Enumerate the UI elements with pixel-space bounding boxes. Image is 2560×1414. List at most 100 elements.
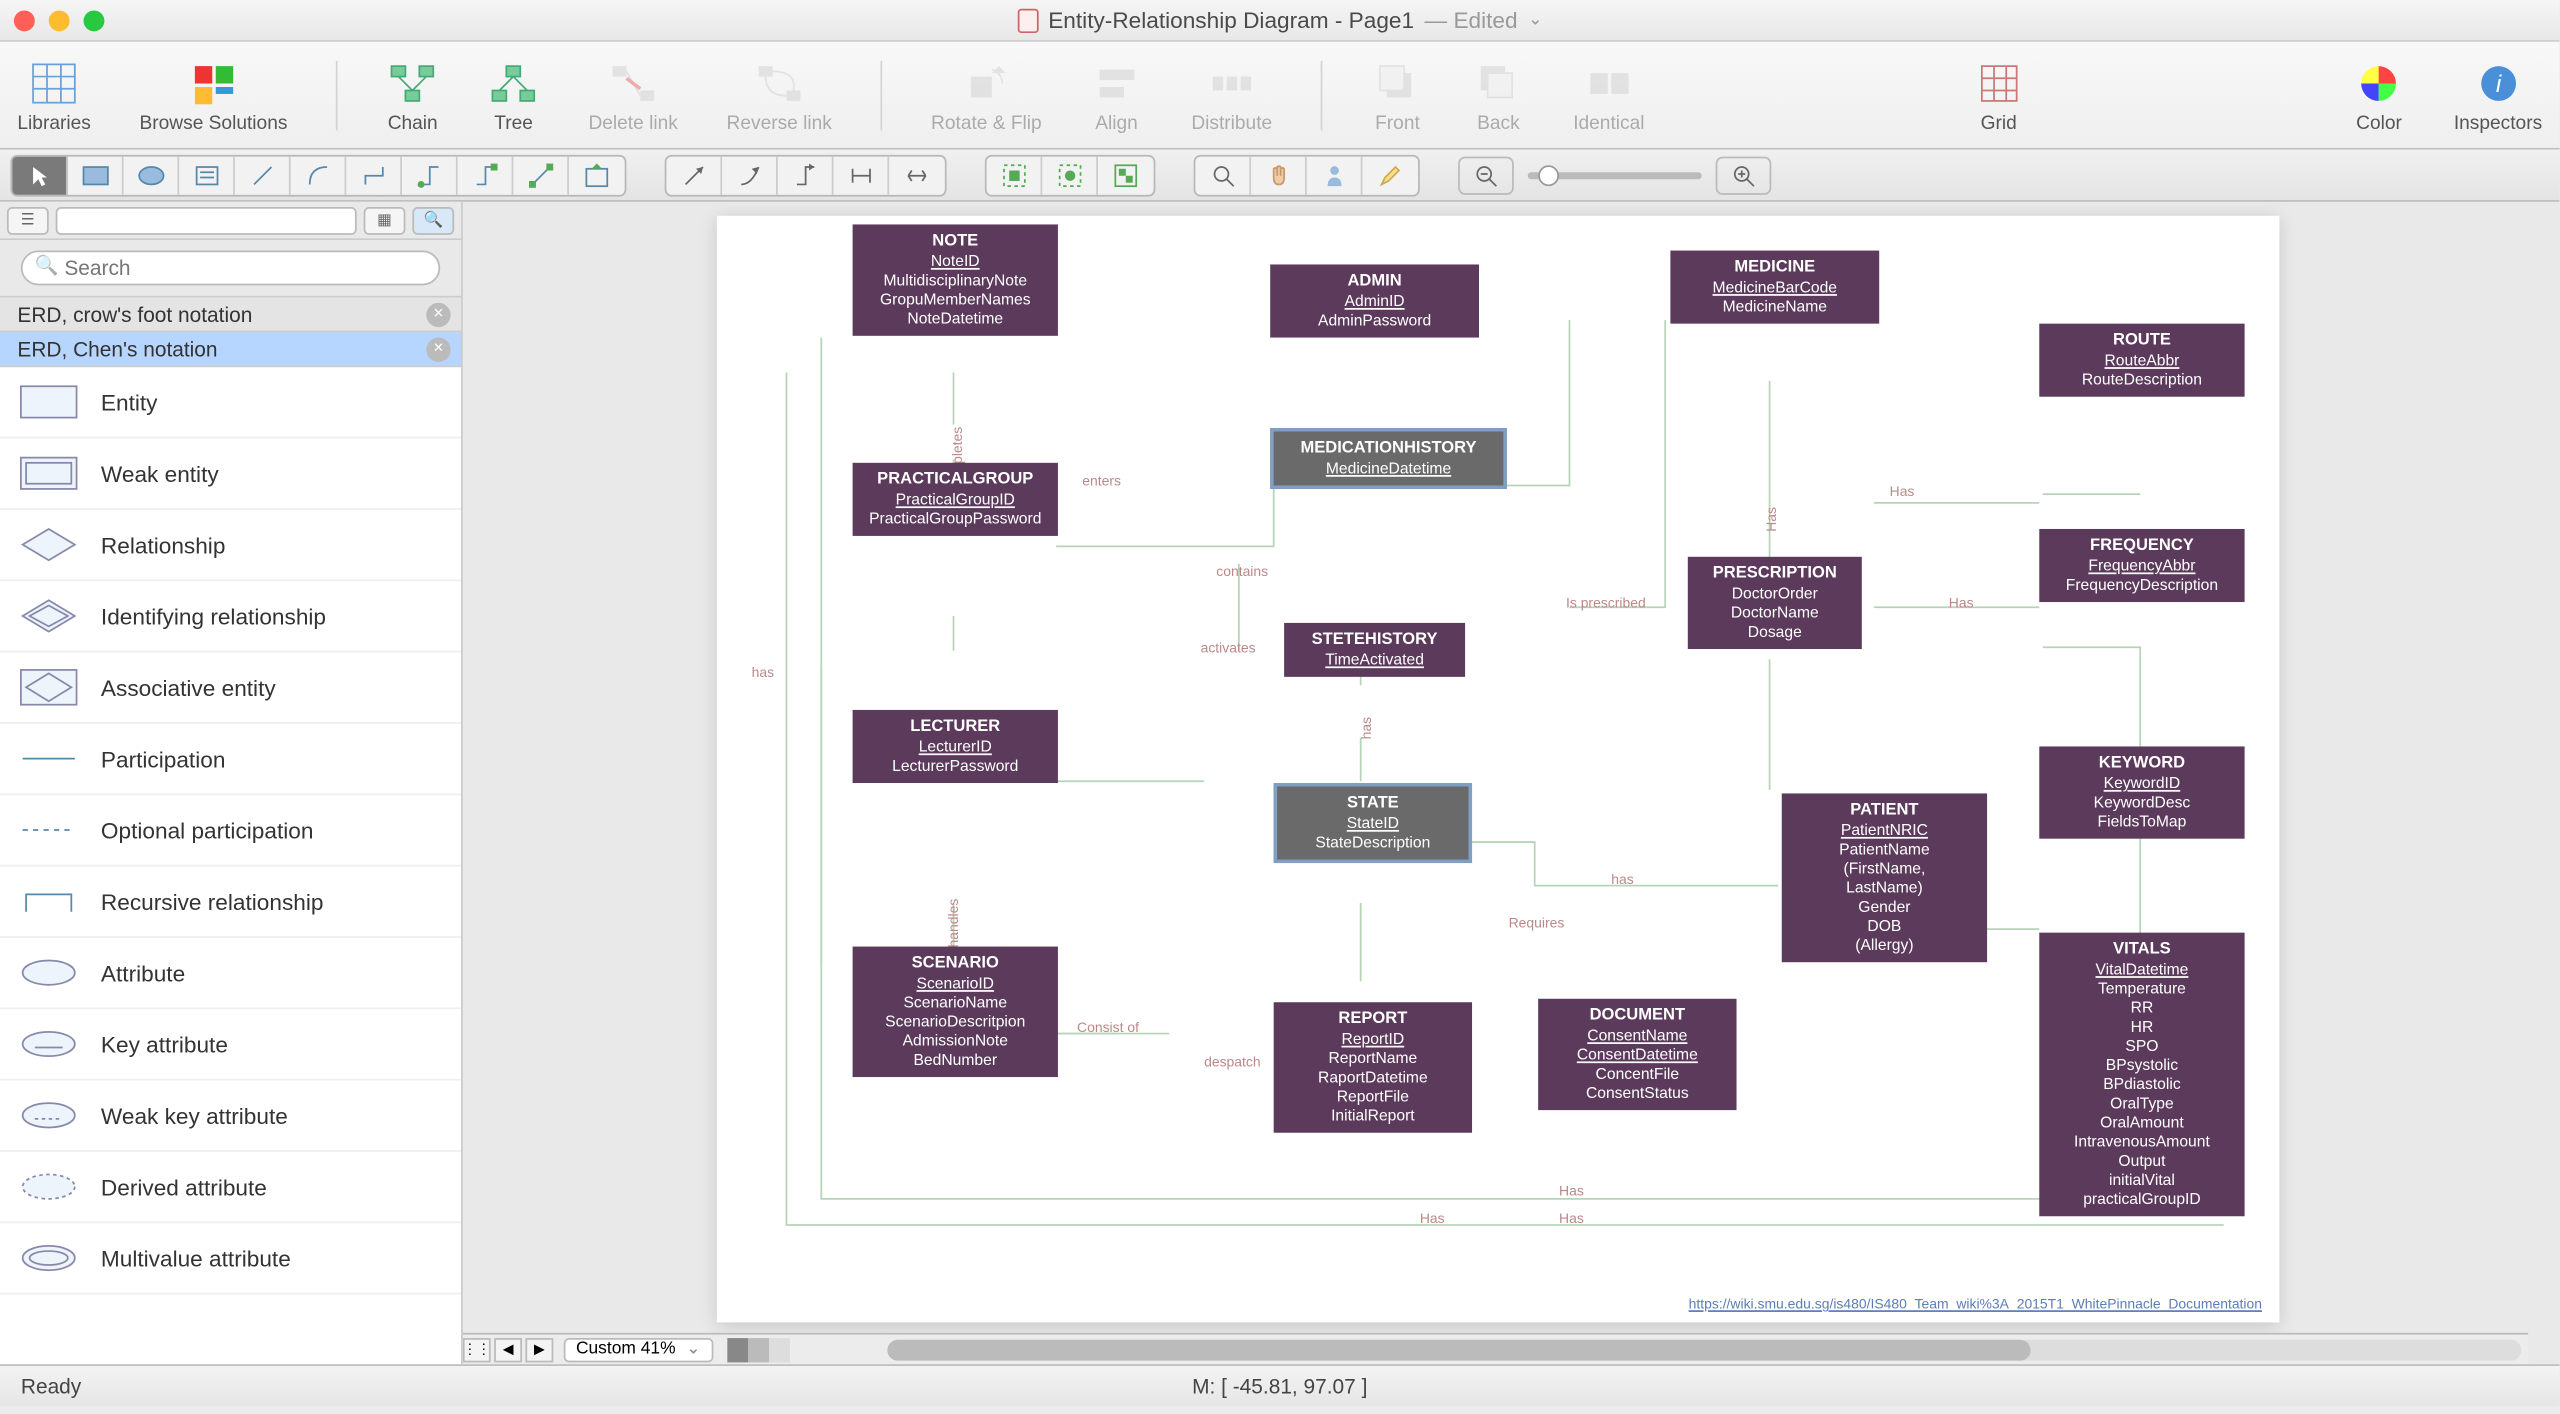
entity-route[interactable]: ROUTERouteAbbrRouteDescription (2039, 324, 2244, 397)
zoom-display[interactable]: Custom 41%⌄ (564, 1337, 713, 1361)
entity-scenario[interactable]: SCENARIOScenarioIDScenarioNameScenarioDe… (853, 947, 1058, 1078)
arrow-tool-2[interactable] (722, 156, 778, 194)
front-icon (1371, 57, 1423, 109)
group-tool-3[interactable] (1098, 156, 1154, 194)
arrow-tool-3[interactable] (778, 156, 834, 194)
chain-button[interactable]: Chain (387, 57, 439, 134)
entity-lecturer[interactable]: LECTURERLecturerIDLecturerPassword (853, 710, 1058, 783)
color-button[interactable]: Color (2353, 57, 2405, 134)
entity-frequency[interactable]: FREQUENCYFrequencyAbbrFrequencyDescripti… (2039, 529, 2244, 602)
rel-activates: activates (1201, 640, 1256, 656)
rel-enters: enters (1082, 473, 1121, 489)
canvas-area[interactable]: completes enters contains activates has … (463, 202, 2560, 1364)
shape-identifying-relationship[interactable]: Identifying relationship (0, 581, 461, 652)
close-window-button[interactable] (14, 10, 35, 31)
rel-consist: Consist of (1077, 1020, 1139, 1036)
shape-participation[interactable]: Participation (0, 724, 461, 795)
grid-icon (1973, 57, 2025, 109)
entity-report[interactable]: REPORTReportIDReportNameRaportDatetimeRe… (1274, 1002, 1472, 1133)
group-tool-1[interactable] (987, 156, 1043, 194)
tree-button[interactable]: Tree (488, 57, 540, 134)
shape-recursive-relationship[interactable]: Recursive relationship (0, 867, 461, 938)
distribute-icon (1206, 57, 1258, 109)
title-menu-chevron-icon[interactable]: ⌄ (1528, 10, 1543, 29)
connector-tool-4[interactable] (458, 156, 514, 194)
grid-button[interactable]: Grid (1973, 57, 2025, 134)
solutions-icon (187, 57, 239, 109)
entity-stetehistory[interactable]: STETEHISTORYTimeActivated (1284, 623, 1465, 677)
footer-link[interactable]: https://wiki.smu.edu.sg/is480/IS480_Team… (1689, 1296, 2262, 1312)
connector-tool-3[interactable] (402, 156, 458, 194)
entity-keyword[interactable]: KEYWORDKeywordIDKeywordDescFieldsToMap (2039, 746, 2244, 838)
page-next[interactable]: ▶ (525, 1337, 553, 1361)
entity-document[interactable]: DOCUMENTConsentNameConsentDatetimeConcen… (1538, 999, 1736, 1110)
shape-attribute[interactable]: Attribute (0, 938, 461, 1009)
search-input[interactable] (21, 251, 440, 286)
sidebar-grid-view[interactable]: ▦ (364, 206, 406, 234)
identical-icon (1583, 57, 1635, 109)
delete-link-button: Delete link (588, 57, 677, 134)
entity-medicationhistory[interactable]: MEDICATIONHISTORYMedicineDatetime (1270, 428, 1507, 489)
rect-tool[interactable] (68, 156, 124, 194)
shape-weak-entity[interactable]: Weak entity (0, 438, 461, 509)
rotate-flip-button: Rotate & Flip (931, 57, 1042, 134)
hand-tool[interactable] (1251, 156, 1307, 194)
sidebar-view-toggle[interactable]: ☰ (7, 206, 49, 234)
browse-solutions-button[interactable]: Browse Solutions (140, 57, 288, 134)
shape-weak-key-attribute[interactable]: Weak key attribute (0, 1081, 461, 1152)
shape-entity[interactable]: Entity (0, 367, 461, 438)
insert-tool[interactable] (569, 156, 625, 194)
category-crows-foot[interactable]: ERD, crow's foot notation × (0, 298, 461, 333)
highlighter-tool[interactable] (1362, 156, 1418, 194)
zoom-window-button[interactable] (84, 10, 105, 31)
shape-relationship[interactable]: Relationship (0, 510, 461, 581)
ellipse-tool[interactable] (124, 156, 180, 194)
horizontal-scrollbar[interactable] (880, 1333, 2528, 1364)
minimize-window-button[interactable] (49, 10, 70, 31)
tree-icon (488, 57, 540, 109)
diagram-page[interactable]: completes enters contains activates has … (717, 216, 2280, 1323)
dimension-tool-2[interactable] (889, 156, 945, 194)
entity-state[interactable]: STATEStateIDStateDescription (1274, 783, 1472, 863)
zoom-tool[interactable] (1195, 156, 1251, 194)
libraries-button[interactable]: Libraries (17, 57, 90, 134)
sidebar-search-toggle[interactable]: 🔍 (412, 206, 454, 234)
text-tool[interactable] (179, 156, 235, 194)
connector-tool-5[interactable] (513, 156, 569, 194)
shape-derived-attribute[interactable]: Derived attribute (0, 1152, 461, 1223)
entity-admin[interactable]: ADMINAdminIDAdminPassword (1270, 264, 1479, 337)
entity-note[interactable]: NOTENoteIDMultidisciplinaryNoteGropuMemb… (853, 224, 1058, 335)
entity-vitals[interactable]: VITALSVitalDatetimeTemperatureRRHRSPOBPs… (2039, 933, 2244, 1217)
entity-patient[interactable]: PATIENTPatientNRICPatientName(FirstName,… (1782, 793, 1987, 962)
window-title: Entity-Relationship Diagram - Page1 (1048, 7, 1414, 33)
entity-medicine[interactable]: MEDICINEMedicineBarCodeMedicineName (1670, 251, 1879, 324)
page-split-handle[interactable]: ⋮⋮ (463, 1337, 491, 1361)
close-icon[interactable]: × (426, 337, 450, 361)
close-icon[interactable]: × (426, 302, 450, 326)
shape-optional-participation[interactable]: Optional participation (0, 795, 461, 866)
zoom-slider[interactable] (1528, 171, 1702, 178)
pointer-tool[interactable] (12, 156, 68, 194)
group-tool-2[interactable] (1042, 156, 1098, 194)
entity-prescription[interactable]: PRESCRIPTIONDoctorOrderDoctorNameDosage (1688, 557, 1862, 649)
arrow-tool-1[interactable] (666, 156, 722, 194)
shape-multivalue-attribute[interactable]: Multivalue attribute (0, 1223, 461, 1294)
inspectors-button[interactable]: i Inspectors (2454, 57, 2542, 134)
zoom-out-button[interactable] (1458, 156, 1514, 194)
zoom-in-button[interactable] (1716, 156, 1772, 194)
rel-has5: Has (1890, 484, 1915, 500)
dimension-tool-1[interactable] (833, 156, 889, 194)
sidebar-filter-field[interactable] (56, 206, 357, 234)
person-tool[interactable] (1307, 156, 1363, 194)
connector-tool-1[interactable] (291, 156, 347, 194)
category-chen[interactable]: ERD, Chen's notation × (0, 332, 461, 367)
rel-has7: Has (1559, 1183, 1584, 1199)
entity-practicalgroup[interactable]: PRACTICALGROUPPracticalGroupIDPracticalG… (853, 463, 1058, 536)
shape-key-attribute[interactable]: Key attribute (0, 1009, 461, 1080)
back-icon (1472, 57, 1524, 109)
shape-associative-entity[interactable]: Associative entity (0, 653, 461, 724)
line-tool[interactable] (235, 156, 291, 194)
connector-tool-2[interactable] (346, 156, 402, 194)
align-button: Align (1090, 57, 1142, 134)
page-prev[interactable]: ◀ (494, 1337, 522, 1361)
